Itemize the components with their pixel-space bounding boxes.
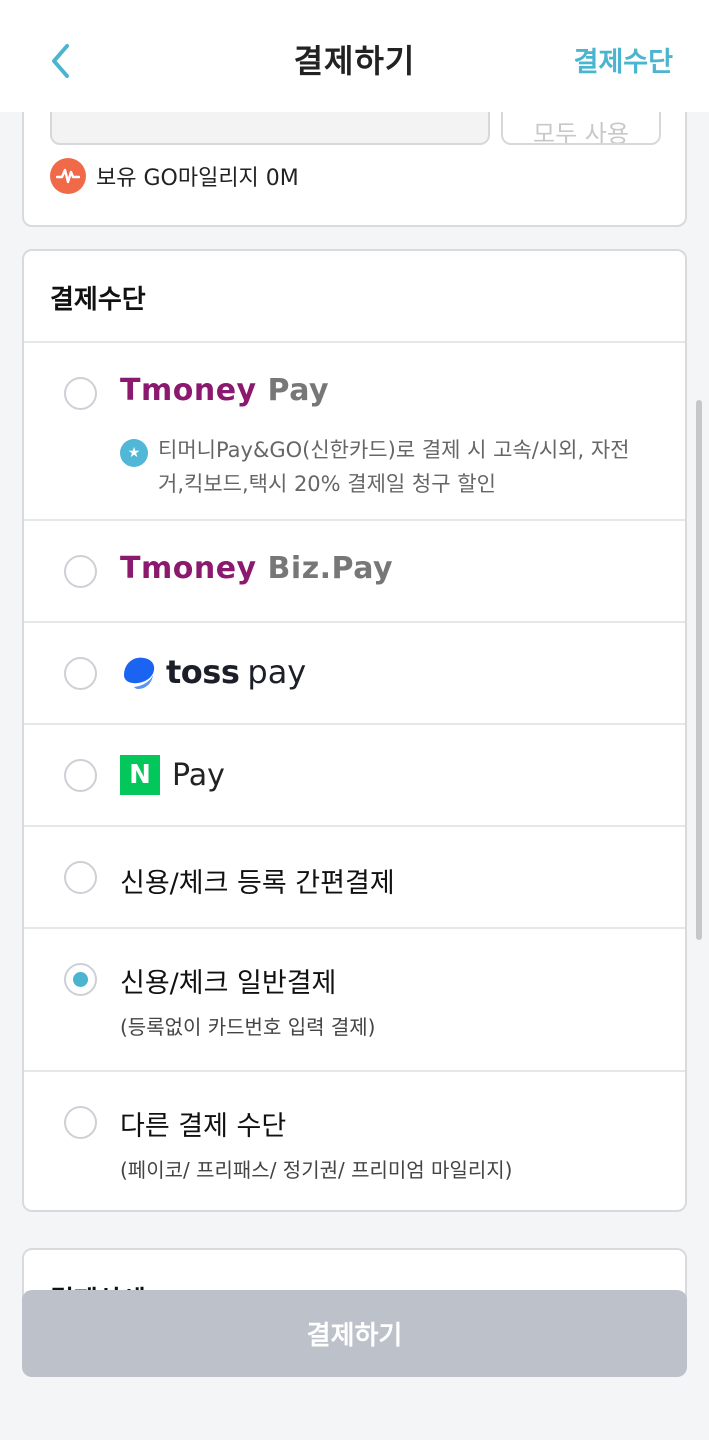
payment-method-card: 결제수단 Tmoney Pay ★ 티머니Pay&GO(신한카드)로 결제 시 … [22,249,687,1212]
option-tmoney-biz-pay[interactable]: Tmoney Biz.Pay [24,519,685,621]
top-bar: 결제하기 결제수단 [0,0,709,112]
radio-tmoney-biz-pay[interactable] [64,555,97,588]
option-label: 신용/체크 등록 간편결제 [120,868,395,899]
section-title: 결제수단 [50,285,146,315]
payment-method-link[interactable]: 결제수단 [574,40,673,79]
option-naver-pay[interactable]: N Pay [24,723,685,825]
scrollbar[interactable] [696,400,702,940]
option-tmoney-pay[interactable]: Tmoney Pay ★ 티머니Pay&GO(신한카드)로 결제 시 고속/시외… [24,341,685,519]
radio-registered-card[interactable] [64,861,97,894]
use-all-mileage-label: 모두 사용 [533,120,629,145]
mileage-icon [50,158,86,194]
option-registered-card[interactable]: 신용/체크 등록 간편결제 [24,825,685,927]
option-toss-pay[interactable]: toss pay [24,621,685,723]
radio-toss-pay[interactable] [64,657,97,690]
benefit-notice: ★ 티머니Pay&GO(신한카드)로 결제 시 고속/시외, 자전거,킥보드,택… [120,433,640,501]
option-sublabel: (페이코/ 프리패스/ 정기권/ 프리미엄 마일리지) [120,1158,513,1182]
benefit-star-icon: ★ [120,439,148,467]
benefit-text: 티머니Pay&GO(신한카드)로 결제 시 고속/시외, 자전거,킥보드,택시 … [158,438,630,496]
option-card-general[interactable]: 신용/체크 일반결제 (등록없이 카드번호 입력 결제) [24,927,685,1070]
pay-button[interactable]: 결제하기 [22,1290,687,1377]
mileage-balance-text: 보유 GO마일리지 0M [96,166,299,191]
naver-n-icon: N [120,755,160,795]
toss-pay-logo: toss pay [120,653,306,691]
option-other-methods[interactable]: 다른 결제 수단 (페이코/ 프리패스/ 정기권/ 프리미엄 마일리지) [24,1070,685,1210]
tmoney-biz-pay-logo: Tmoney Biz.Pay [120,551,394,586]
toss-logo-icon [124,657,155,689]
option-sublabel: (등록없이 카드번호 입력 결제) [120,1015,376,1039]
mileage-balance: 보유 GO마일리지 0M [50,158,299,194]
naver-pay-logo: N Pay [120,755,225,795]
radio-other-methods[interactable] [64,1106,97,1139]
radio-naver-pay[interactable] [64,759,97,792]
tmoney-pay-logo: Tmoney Pay [120,373,330,408]
option-label: 다른 결제 수단 [120,1111,287,1142]
radio-tmoney-pay[interactable] [64,377,97,410]
radio-card-general[interactable] [64,963,97,996]
option-label: 신용/체크 일반결제 [120,968,337,999]
